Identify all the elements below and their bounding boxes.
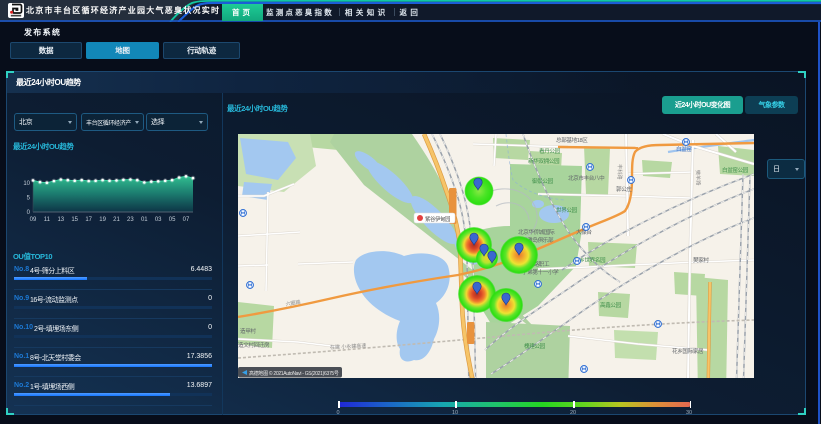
svg-text:世界公园: 世界公园 <box>556 206 578 214</box>
svg-text:白盆窑: 白盆窑 <box>676 145 692 153</box>
svg-text:05: 05 <box>169 217 176 223</box>
svg-text:19: 19 <box>99 217 106 223</box>
svg-text:樊家村: 樊家村 <box>693 256 709 264</box>
svg-text:看丹公园: 看丹公园 <box>539 147 561 155</box>
svg-text:北京华侨城国际: 北京华侨城国际 <box>518 228 555 236</box>
svg-text:03: 03 <box>155 217 162 223</box>
svg-text:10: 10 <box>23 181 30 187</box>
svg-text:郭公庄: 郭公庄 <box>616 185 632 193</box>
svg-text:白盆窑公园: 白盆窑公园 <box>722 166 749 174</box>
svg-text:造文村回迁房: 造文村回迁房 <box>238 341 270 349</box>
svg-text:北京市丰台八中: 北京市丰台八中 <box>568 174 605 182</box>
svg-text:御景公园: 御景公园 <box>532 177 554 185</box>
svg-text:21: 21 <box>113 217 120 223</box>
svg-text:23: 23 <box>127 217 134 223</box>
svg-text:11: 11 <box>44 217 51 223</box>
svg-text:总部基地18区: 总部基地18区 <box>556 136 588 144</box>
svg-text:新华双拥公园: 新华双拥公园 <box>528 157 560 165</box>
svg-text:01: 01 <box>141 217 148 223</box>
svg-text:丰科路: 丰科路 <box>616 164 624 180</box>
svg-text:13: 13 <box>57 217 64 223</box>
svg-text:17: 17 <box>85 217 92 223</box>
svg-text:07: 07 <box>183 217 190 223</box>
svg-text:09: 09 <box>30 217 37 223</box>
svg-text:紫谷伊甸园: 紫谷伊甸园 <box>425 215 450 223</box>
svg-text:0: 0 <box>27 210 31 216</box>
svg-text:造甲村: 造甲村 <box>240 327 256 335</box>
svg-text:花乡国际家居: 花乡国际家居 <box>672 347 704 355</box>
svg-text:5: 5 <box>27 196 31 202</box>
svg-text:高鑫公园: 高鑫公园 <box>600 301 622 309</box>
svg-text:15: 15 <box>71 217 78 223</box>
svg-text:槐建公园: 槐建公园 <box>524 342 546 350</box>
svg-text:高德地图 © 2021AutoNavi - GS(2021): 高德地图 © 2021AutoNavi - GS(2021)6375号 <box>249 370 339 377</box>
